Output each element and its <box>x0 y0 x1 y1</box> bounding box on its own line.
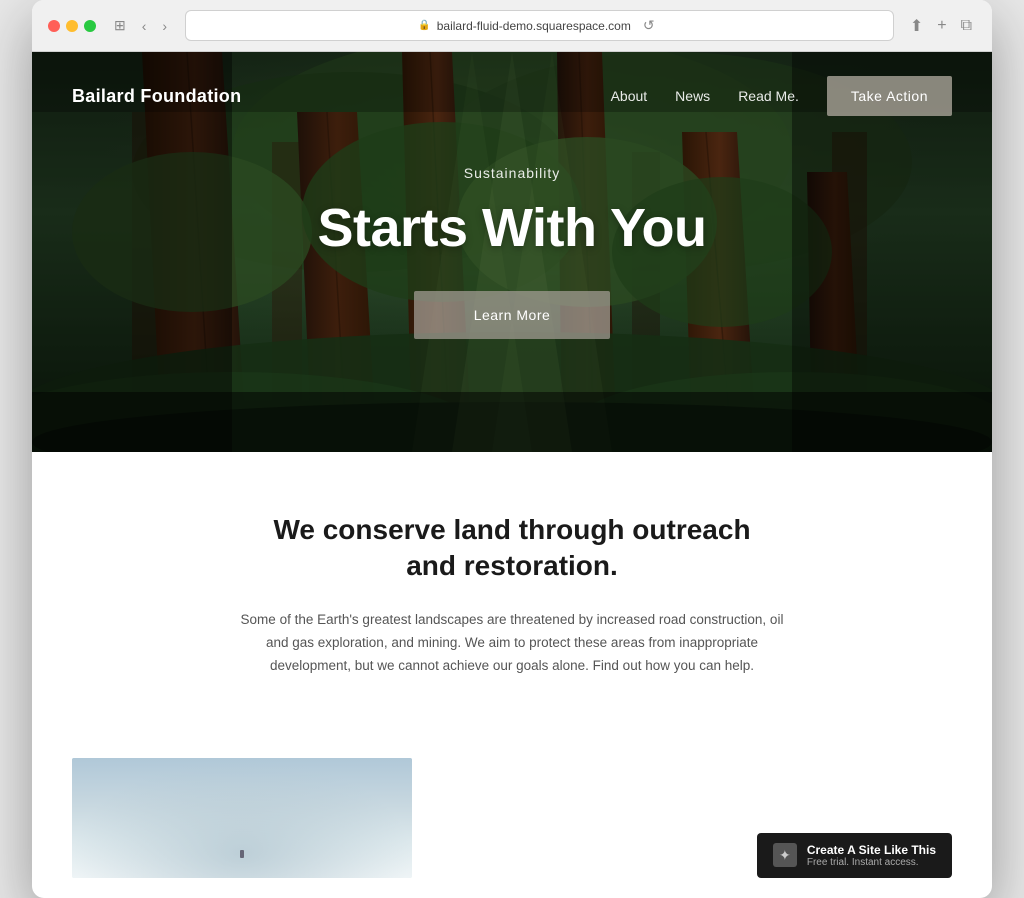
squarespace-badge-title: Create A Site Like This <box>807 843 936 857</box>
hero-subtitle: Sustainability <box>32 165 992 181</box>
minimize-button[interactable] <box>66 20 78 32</box>
fullscreen-button[interactable] <box>84 20 96 32</box>
nav-news[interactable]: News <box>675 88 710 104</box>
hero-title: Starts With You <box>32 197 992 259</box>
address-bar[interactable]: 🔒 bailard-fluid-demo.squarespace.com ↺ <box>185 10 894 41</box>
take-action-button[interactable]: Take Action <box>827 76 952 116</box>
reload-button[interactable]: ↺ <box>637 15 661 36</box>
squarespace-badge-subtitle: Free trial. Instant access. <box>807 857 936 868</box>
hero-section: Bailard Foundation About News Read Me. T… <box>32 52 992 452</box>
tab-overview-button[interactable]: ⧉ <box>957 15 976 37</box>
nav-read-me[interactable]: Read Me. <box>738 88 799 104</box>
browser-actions: ⬆ + ⧉ <box>906 14 976 38</box>
navbar: Bailard Foundation About News Read Me. T… <box>32 52 992 140</box>
hero-content: Sustainability Starts With You Learn Mor… <box>32 165 992 339</box>
website-content: Bailard Foundation About News Read Me. T… <box>32 52 992 898</box>
url-text: bailard-fluid-demo.squarespace.com <box>437 19 631 33</box>
forward-button[interactable]: › <box>156 16 173 36</box>
lock-icon: 🔒 <box>418 20 430 31</box>
back-button[interactable]: ‹ <box>136 16 153 36</box>
main-content-section: We conserve land through outreach and re… <box>32 452 992 758</box>
learn-more-button[interactable]: Learn More <box>414 291 611 339</box>
content-body: Some of the Earth's greatest landscapes … <box>232 609 792 678</box>
squarespace-badge[interactable]: ✦ Create A Site Like This Free trial. In… <box>757 833 952 878</box>
new-tab-button[interactable]: + <box>933 15 950 37</box>
traffic-lights <box>48 20 96 32</box>
nav-links: About News Read Me. Take Action <box>611 76 952 116</box>
bottom-section: ✦ Create A Site Like This Free trial. In… <box>32 758 992 898</box>
squarespace-badge-text: Create A Site Like This Free trial. Inst… <box>807 843 936 868</box>
browser-controls: ⊞ ‹ › <box>108 15 173 36</box>
browser-chrome: ⊞ ‹ › 🔒 bailard-fluid-demo.squarespace.c… <box>32 0 992 52</box>
squarespace-logo-icon: ✦ <box>773 843 797 867</box>
content-heading: We conserve land through outreach and re… <box>272 512 752 585</box>
nav-about[interactable]: About <box>611 88 648 104</box>
share-button[interactable]: ⬆ <box>906 14 927 38</box>
image-preview <box>72 758 412 878</box>
browser-window: ⊞ ‹ › 🔒 bailard-fluid-demo.squarespace.c… <box>32 0 992 898</box>
site-logo[interactable]: Bailard Foundation <box>72 86 241 107</box>
figure-silhouette <box>240 850 244 858</box>
image-preview-bg <box>72 758 412 878</box>
close-button[interactable] <box>48 20 60 32</box>
sidebar-toggle-button[interactable]: ⊞ <box>108 15 132 36</box>
